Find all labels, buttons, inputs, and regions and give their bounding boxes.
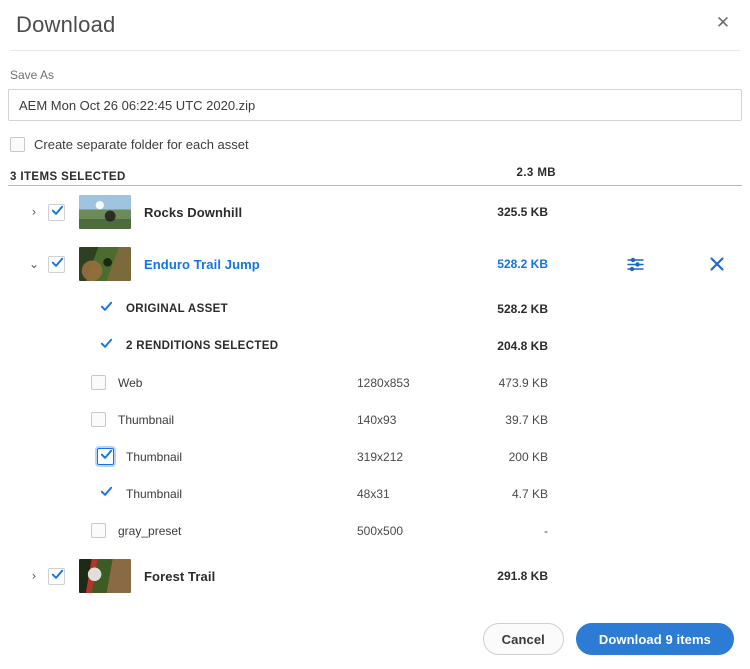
dialog-footer: Cancel Download 9 items: [483, 623, 734, 655]
asset-thumbnail: [79, 247, 131, 281]
rendition-size: 204.8 KB: [418, 339, 548, 353]
rendition-checkbox-wrap: [91, 412, 106, 427]
rendition-dimensions: 500x500: [357, 524, 403, 538]
rendition-size: -: [418, 524, 548, 538]
asset-checkbox[interactable]: [48, 568, 65, 585]
rendition-size: 473.9 KB: [418, 376, 548, 390]
rendition-dimensions: 319x212: [357, 450, 403, 464]
rendition-checkbox-wrap: [91, 337, 114, 354]
close-icon[interactable]: [706, 253, 728, 275]
rendition-label: Thumbnail: [118, 413, 174, 427]
rendition-checkbox-wrap: [91, 523, 106, 538]
download-button[interactable]: Download 9 items: [576, 623, 734, 655]
dialog-header: Download ✕: [0, 0, 750, 50]
save-as-input[interactable]: [8, 89, 742, 121]
total-size: 2.3 MB: [517, 167, 556, 179]
rendition-checkbox[interactable]: [97, 337, 114, 354]
asset-size: 528.2 KB: [418, 257, 548, 271]
rendition-label: Thumbnail: [126, 450, 182, 464]
page-title: Download: [16, 14, 115, 36]
list-item[interactable]: ORIGINAL ASSET 528.2 KB: [8, 290, 742, 327]
asset-checkbox[interactable]: [48, 256, 65, 273]
separate-folder-label: Create separate folder for each asset: [34, 137, 249, 152]
items-selected-count: 3 ITEMS SELECTED: [10, 171, 126, 183]
check-icon: [51, 256, 64, 269]
table-row[interactable]: ⌄ Enduro Trail Jump 528.2 KB: [8, 238, 742, 290]
rendition-label: gray_preset: [118, 524, 181, 538]
dialog-body: Save As Create separate folder for each …: [0, 68, 750, 603]
list-item[interactable]: 2 RENDITIONS SELECTED 204.8 KB: [8, 327, 742, 364]
list-item[interactable]: Web 1280x853 473.9 KB: [8, 364, 742, 401]
asset-title: Enduro Trail Jump: [144, 257, 260, 272]
asset-title: Forest Trail: [144, 569, 215, 584]
rendition-label: ORIGINAL ASSET: [126, 303, 228, 315]
sliders-icon[interactable]: [624, 253, 646, 275]
separate-folder-row[interactable]: Create separate folder for each asset: [10, 134, 742, 154]
download-dialog: Download ✕ Save As Create separate folde…: [0, 0, 750, 669]
selection-summary: 3 ITEMS SELECTED 2.3 MB: [8, 167, 742, 186]
list-item[interactable]: Thumbnail 140x93 39.7 KB: [8, 401, 742, 438]
rendition-checkbox-wrap: [91, 375, 106, 390]
check-icon: [100, 448, 113, 461]
rendition-checkbox-wrap: [91, 300, 114, 317]
table-row[interactable]: › Forest Trail 291.8 KB: [8, 549, 742, 603]
rendition-checkbox-wrap: [91, 485, 114, 502]
rendition-checkbox[interactable]: [97, 448, 114, 465]
table-row[interactable]: › Rocks Downhill 325.5 KB: [8, 186, 742, 238]
asset-thumbnail: [79, 195, 131, 229]
rendition-dimensions: 48x31: [357, 487, 390, 501]
cancel-button[interactable]: Cancel: [483, 623, 564, 655]
separate-folder-checkbox[interactable]: [10, 137, 25, 152]
rendition-size: 39.7 KB: [418, 413, 548, 427]
list-item[interactable]: gray_preset 500x500 -: [8, 512, 742, 549]
rendition-checkbox[interactable]: [91, 375, 106, 390]
rendition-size: 200 KB: [418, 450, 548, 464]
asset-size: 291.8 KB: [418, 569, 548, 583]
rendition-size: 528.2 KB: [418, 302, 548, 316]
list-item[interactable]: Thumbnail 48x31 4.7 KB: [8, 475, 742, 512]
rendition-dimensions: 1280x853: [357, 376, 410, 390]
asset-title: Rocks Downhill: [144, 205, 242, 220]
rendition-label: 2 RENDITIONS SELECTED: [126, 340, 278, 352]
rendition-checkbox[interactable]: [97, 300, 114, 317]
rendition-label: Thumbnail: [126, 487, 182, 501]
rendition-list: ORIGINAL ASSET 528.2 KB 2 RENDITIONS SELEC…: [8, 290, 742, 549]
row-actions: [624, 238, 728, 290]
rendition-dimensions: 140x93: [357, 413, 396, 427]
rendition-checkbox[interactable]: [97, 485, 114, 502]
check-icon: [100, 300, 113, 313]
chevron-down-icon[interactable]: ⌄: [26, 258, 42, 270]
asset-size: 325.5 KB: [418, 205, 548, 219]
check-icon: [100, 485, 113, 498]
asset-thumbnail: [79, 559, 131, 593]
rendition-label: Web: [118, 376, 142, 390]
rendition-checkbox-wrap: [91, 448, 114, 465]
rendition-size: 4.7 KB: [418, 487, 548, 501]
save-as-label: Save As: [10, 68, 742, 82]
asset-checkbox[interactable]: [48, 204, 65, 221]
chevron-right-icon[interactable]: ›: [26, 570, 42, 582]
check-icon: [51, 204, 64, 217]
check-icon: [51, 568, 64, 581]
rendition-checkbox[interactable]: [91, 412, 106, 427]
check-icon: [100, 337, 113, 350]
header-divider: [10, 50, 740, 51]
asset-list: › Rocks Downhill 325.5 KB ⌄: [8, 186, 742, 603]
chevron-right-icon[interactable]: ›: [26, 206, 42, 218]
list-item[interactable]: Thumbnail 319x212 200 KB: [8, 438, 742, 475]
close-icon[interactable]: ✕: [708, 8, 738, 38]
rendition-checkbox[interactable]: [91, 523, 106, 538]
